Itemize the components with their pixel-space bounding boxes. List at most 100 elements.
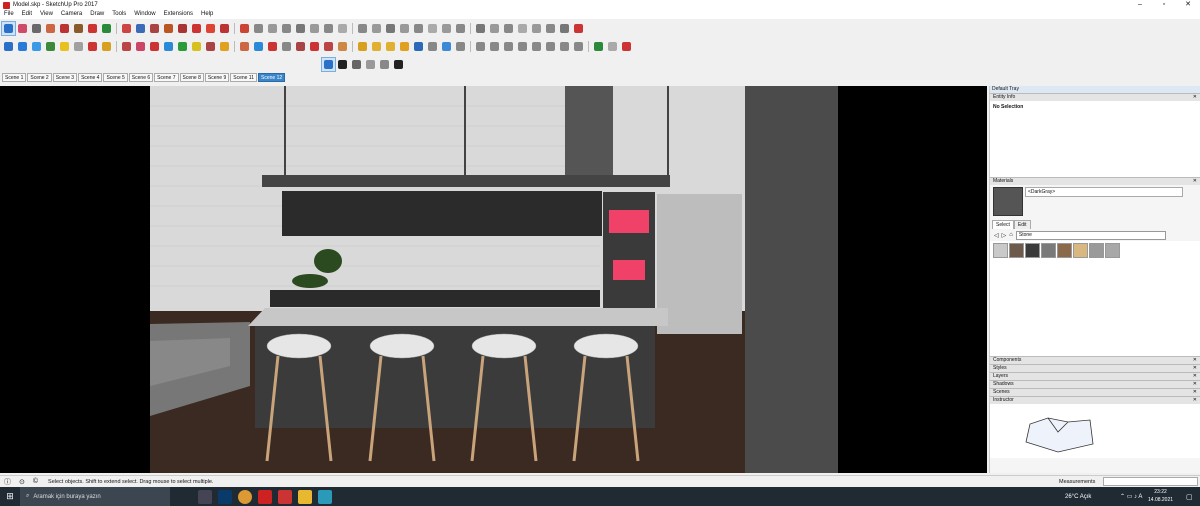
menu-extensions[interactable]: Extensions	[160, 10, 197, 19]
menu-tools[interactable]: Tools	[108, 10, 130, 19]
row2-tool-button-34[interactable]	[488, 40, 501, 53]
sketchup-taskbar-icon[interactable]	[278, 489, 292, 504]
panel-scenes[interactable]: Scenes ✕	[990, 388, 1200, 396]
task-view-icon[interactable]	[198, 489, 212, 504]
close-icon[interactable]: ✕	[1193, 397, 1197, 404]
row1-tool-button-11[interactable]	[148, 22, 161, 35]
row2-tool-button-33[interactable]	[474, 40, 487, 53]
close-button[interactable]: ✕	[1176, 0, 1200, 10]
file-explorer-icon[interactable]	[298, 489, 312, 504]
row2-tool-button-43[interactable]	[620, 40, 633, 53]
row3-tool-button-3[interactable]	[350, 58, 363, 71]
row2-tool-button-11[interactable]	[148, 40, 161, 53]
row1-tool-button-28[interactable]	[398, 22, 411, 35]
row1-tool-button-3[interactable]	[30, 22, 43, 35]
back-icon[interactable]: ◁	[994, 232, 999, 239]
row2-tool-button-26[interactable]	[370, 40, 383, 53]
close-icon[interactable]: ✕	[1193, 381, 1197, 388]
material-swatch[interactable]	[1089, 243, 1104, 258]
row1-tool-button-26[interactable]	[370, 22, 383, 35]
row1-tool-button-35[interactable]	[502, 22, 515, 35]
row2-tool-button-3[interactable]	[30, 40, 43, 53]
row1-tool-button-32[interactable]	[454, 22, 467, 35]
forward-icon[interactable]: ▷	[1002, 232, 1007, 239]
row1-tool-button-18[interactable]	[252, 22, 265, 35]
row1-tool-button-8[interactable]	[100, 22, 113, 35]
close-icon[interactable]: ✕	[1193, 373, 1197, 380]
row1-tool-button-27[interactable]	[384, 22, 397, 35]
row1-tool-button-5[interactable]	[58, 22, 71, 35]
row1-tool-button-37[interactable]	[530, 22, 543, 35]
menu-file[interactable]: File	[0, 10, 18, 19]
menu-edit[interactable]: Edit	[18, 10, 36, 19]
row2-tool-button-4[interactable]	[44, 40, 57, 53]
row2-tool-button-36[interactable]	[516, 40, 529, 53]
row2-tool-button-15[interactable]	[204, 40, 217, 53]
row2-tool-button-9[interactable]	[120, 40, 133, 53]
row1-tool-button-14[interactable]	[190, 22, 203, 35]
row1-tool-button-40[interactable]	[572, 22, 585, 35]
row2-tool-button-38[interactable]	[544, 40, 557, 53]
scene-tab-2[interactable]: Scene 2	[27, 73, 52, 82]
taskbar-search[interactable]: ⌕ Aramak için buraya yazın	[20, 487, 170, 506]
row1-tool-button-24[interactable]	[336, 22, 349, 35]
panel-shadows[interactable]: Shadows ✕	[990, 380, 1200, 388]
row2-tool-button-18[interactable]	[252, 40, 265, 53]
scene-tab-11[interactable]: Scene 12	[258, 73, 286, 82]
row1-tool-button-30[interactable]	[426, 22, 439, 35]
row2-tool-button-30[interactable]	[426, 40, 439, 53]
row2-tool-button-37[interactable]	[530, 40, 543, 53]
scene-tab-6[interactable]: Scene 6	[128, 73, 154, 82]
scene-tab-9[interactable]: Scene 9	[204, 73, 230, 82]
scene-tab-5[interactable]: Scene 5	[103, 73, 128, 82]
photoshop-icon[interactable]	[218, 489, 232, 504]
row3-tool-button-2[interactable]	[336, 58, 349, 71]
row1-tool-button-4[interactable]	[44, 22, 57, 35]
material-swatch-current[interactable]	[993, 187, 1023, 216]
model-viewport[interactable]	[0, 86, 987, 473]
row1-tool-button-23[interactable]	[322, 22, 335, 35]
row1-tool-button-1[interactable]	[1, 20, 16, 36]
row2-tool-button-31[interactable]	[440, 40, 453, 53]
material-swatch[interactable]	[1105, 243, 1120, 258]
row3-tool-button-6[interactable]	[392, 58, 405, 71]
chrome-icon[interactable]	[238, 489, 252, 504]
row2-tool-button-28[interactable]	[398, 40, 411, 53]
row1-tool-button-10[interactable]	[134, 22, 147, 35]
acrobat-icon[interactable]	[258, 489, 272, 504]
scene-tab-8[interactable]: Scene 8	[179, 73, 204, 82]
row1-tool-button-7[interactable]	[86, 22, 99, 35]
entity-info-header[interactable]: Entity Info ✕	[990, 93, 1200, 101]
row2-tool-button-25[interactable]	[356, 40, 369, 53]
material-swatch[interactable]	[1041, 243, 1056, 258]
row1-tool-button-34[interactable]	[488, 22, 501, 35]
materials-tab-select[interactable]: Select	[992, 220, 1014, 229]
library-select[interactable]: Stone	[1015, 230, 1166, 240]
row1-tool-button-2[interactable]	[16, 22, 29, 35]
row1-tool-button-38[interactable]	[544, 22, 557, 35]
tray-icons[interactable]: ⌃ ▭ ♪ A	[1120, 493, 1142, 500]
windows-start-icon[interactable]: ⊞	[0, 491, 20, 502]
scene-tab-4[interactable]: Scene 4	[78, 73, 103, 82]
material-swatch[interactable]	[1057, 243, 1072, 258]
row2-tool-button-12[interactable]	[162, 40, 175, 53]
row1-tool-button-13[interactable]	[176, 22, 189, 35]
row2-tool-button-7[interactable]	[86, 40, 99, 53]
row2-tool-button-22[interactable]	[308, 40, 321, 53]
row2-tool-button-21[interactable]	[294, 40, 307, 53]
row1-tool-button-16[interactable]	[218, 22, 231, 35]
row2-tool-button-23[interactable]	[322, 40, 335, 53]
material-swatch[interactable]	[1009, 243, 1024, 258]
close-icon[interactable]: ✕	[1193, 357, 1197, 364]
close-icon[interactable]: ✕	[1193, 178, 1197, 185]
material-swatch[interactable]	[1025, 243, 1040, 258]
close-icon[interactable]: ✕	[1193, 389, 1197, 396]
row2-tool-button-19[interactable]	[266, 40, 279, 53]
scene-tab-1[interactable]: Scene 1	[2, 73, 27, 82]
material-name-field[interactable]: <DarkGray>	[1025, 187, 1183, 197]
row2-tool-button-41[interactable]	[592, 40, 605, 53]
scene-tab-7[interactable]: Scene 7	[154, 73, 179, 82]
notifications-icon[interactable]: ▢	[1186, 493, 1193, 501]
row2-tool-button-20[interactable]	[280, 40, 293, 53]
row2-tool-button-32[interactable]	[454, 40, 467, 53]
